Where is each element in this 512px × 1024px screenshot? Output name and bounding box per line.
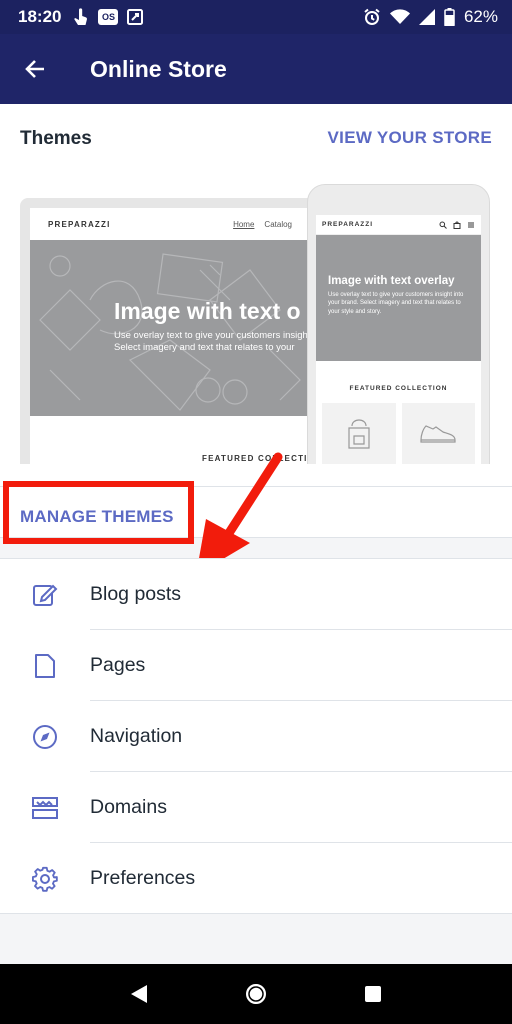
back-button[interactable] xyxy=(0,34,70,104)
cart-icon xyxy=(453,221,461,229)
menu-item-navigation[interactable]: Navigation xyxy=(0,701,512,772)
nav-recents-button[interactable] xyxy=(353,974,393,1014)
phone-store-brand: PREPARAZZI xyxy=(322,221,374,228)
phone-featured-collection: FEATURED COLLECTION xyxy=(349,385,448,392)
view-your-store-link[interactable]: VIEW YOUR STORE xyxy=(328,128,492,148)
themes-card: Themes VIEW YOUR STORE PREPARAZZI Home C… xyxy=(0,104,512,575)
theme-preview: PREPARAZZI Home Catalog Image with text … xyxy=(20,184,492,464)
laptop-hero-title: Image with text o xyxy=(114,298,301,324)
laptop-featured-collection: FEATURED COLLECTION xyxy=(202,454,310,463)
nav-home-button[interactable] xyxy=(236,974,276,1014)
menu-item-pages[interactable]: Pages xyxy=(0,630,512,701)
laptop-nav-home: Home xyxy=(233,219,255,229)
menu-item-blog-posts[interactable]: Blog posts xyxy=(0,559,512,630)
status-bar: 18:20 OS 62% xyxy=(0,0,512,34)
nav-back-button[interactable] xyxy=(119,974,159,1014)
laptop-store-nav: Home Catalog xyxy=(233,220,292,229)
menu-icon xyxy=(468,222,474,227)
domain-icon xyxy=(32,796,58,819)
laptop-hero-line-1: Use overlay text to give your customers … xyxy=(114,330,310,341)
phone-screen: PREPARAZZI Image with text overlay Use o… xyxy=(316,215,481,464)
battery-icon xyxy=(444,8,455,26)
laptop-screen: PREPARAZZI Home Catalog Image with text … xyxy=(30,208,310,464)
menu-label: Domains xyxy=(90,796,167,818)
page-title: Online Store xyxy=(90,55,227,82)
menu-label: Blog posts xyxy=(90,583,182,605)
phone-hero-image: Image with text overlay Use overlay text… xyxy=(316,235,481,361)
location-map-icon xyxy=(127,9,144,25)
touch-icon xyxy=(74,8,88,25)
back-arrow-icon xyxy=(25,60,44,78)
store-menu-list: Blog posts Pages Navigation Domains Pref… xyxy=(0,558,512,914)
blog-icon xyxy=(33,584,58,606)
phone-hero-subtitle: Use overlay text to give your customers … xyxy=(328,292,464,315)
signal-icon xyxy=(418,9,435,25)
phone-product-grid xyxy=(322,403,475,464)
gear-icon xyxy=(32,866,58,892)
app-bar: Online Store xyxy=(0,34,512,104)
product-thumbnail xyxy=(322,403,396,464)
status-time: 18:20 xyxy=(18,7,62,26)
alarm-icon xyxy=(364,8,380,25)
status-icons-left: OS xyxy=(73,8,144,26)
os-badge-icon: OS xyxy=(98,9,119,25)
laptop-store-header: PREPARAZZI Home Catalog xyxy=(30,208,310,240)
compass-icon xyxy=(33,724,57,749)
laptop-hero-line-2: Select imagery and text that relates to … xyxy=(114,342,295,354)
menu-item-preferences[interactable]: Preferences xyxy=(0,843,512,914)
phone-mockup: PREPARAZZI Image with text overlay Use o… xyxy=(307,184,490,464)
laptop-hero-text: Image with text o Use overlay text to gi… xyxy=(114,298,310,355)
menu-label: Pages xyxy=(90,654,146,676)
triangle-back-icon xyxy=(130,985,147,1003)
status-icons-right: 62% xyxy=(363,7,498,27)
laptop-nav-catalog: Catalog xyxy=(264,219,292,229)
battery-percent: 62% xyxy=(463,7,498,26)
shoe-icon xyxy=(420,425,456,443)
laptop-hero-image: Image with text o Use overlay text to gi… xyxy=(30,240,310,416)
square-recents-icon xyxy=(365,986,382,1002)
laptop-store-brand: PREPARAZZI xyxy=(48,219,111,229)
phone-store-header: PREPARAZZI xyxy=(316,215,481,235)
laptop-mockup: PREPARAZZI Home Catalog Image with text … xyxy=(20,198,320,464)
menu-label: Preferences xyxy=(90,867,196,889)
highlight-annotation-box xyxy=(3,481,194,544)
phone-hero-title: Image with text overlay xyxy=(328,275,455,287)
page-icon xyxy=(35,653,55,678)
wifi-icon xyxy=(389,9,410,24)
menu-label: Navigation xyxy=(90,725,183,747)
product-thumbnail xyxy=(401,403,475,464)
menu-item-domains[interactable]: Domains xyxy=(0,772,512,843)
system-nav-bar xyxy=(0,964,512,1024)
circle-home-icon xyxy=(245,984,266,1004)
themes-title: Themes xyxy=(20,128,92,149)
phone-header-icons xyxy=(439,221,475,229)
search-icon xyxy=(439,221,447,229)
backpack-icon xyxy=(348,419,370,449)
